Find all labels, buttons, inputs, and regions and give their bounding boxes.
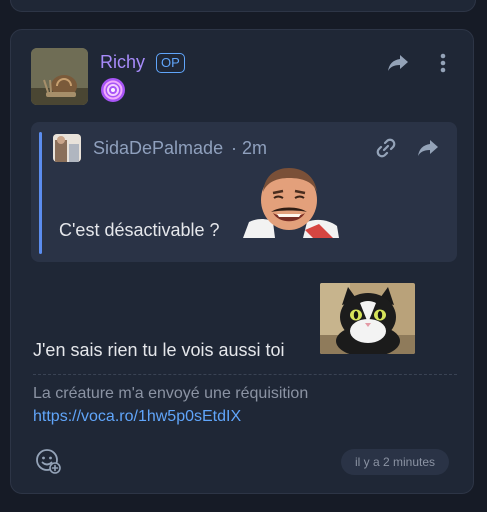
spiral-flair-icon bbox=[100, 77, 126, 103]
post-card: Richy OP SidaDePalmade · 2m C'est désact… bbox=[10, 29, 474, 494]
quoted-time: · 2m bbox=[231, 138, 267, 158]
laughing-man-emote bbox=[243, 166, 339, 238]
quoted-author-avatar bbox=[53, 134, 81, 162]
share-icon[interactable] bbox=[385, 50, 411, 76]
op-badge: OP bbox=[156, 53, 185, 73]
quote-accent-bar bbox=[39, 132, 42, 254]
quoted-text: C'est désactivable ? bbox=[59, 220, 220, 240]
share-icon[interactable] bbox=[415, 135, 441, 161]
previous-post-card bbox=[10, 0, 476, 12]
more-options-icon[interactable] bbox=[430, 50, 456, 76]
quoted-message[interactable]: SidaDePalmade · 2m C'est désactivable ? bbox=[31, 122, 457, 262]
author-avatar[interactable] bbox=[31, 48, 88, 105]
author-username[interactable]: Richy bbox=[100, 52, 145, 73]
edit-note: La créature m'a envoyé une réquisition bbox=[33, 385, 309, 402]
edit-divider bbox=[33, 374, 457, 375]
voca-link[interactable]: https://voca.ro/1hw5p0sEtdIX bbox=[33, 408, 241, 426]
add-reaction-icon[interactable] bbox=[35, 448, 61, 474]
cat-emote bbox=[320, 283, 415, 354]
link-icon[interactable] bbox=[373, 135, 399, 161]
message-text: J'en sais rien tu le vois aussi toi bbox=[33, 340, 285, 360]
quoted-author-name: SidaDePalmade bbox=[93, 138, 224, 158]
post-timestamp: il y a 2 minutes bbox=[341, 449, 450, 475]
